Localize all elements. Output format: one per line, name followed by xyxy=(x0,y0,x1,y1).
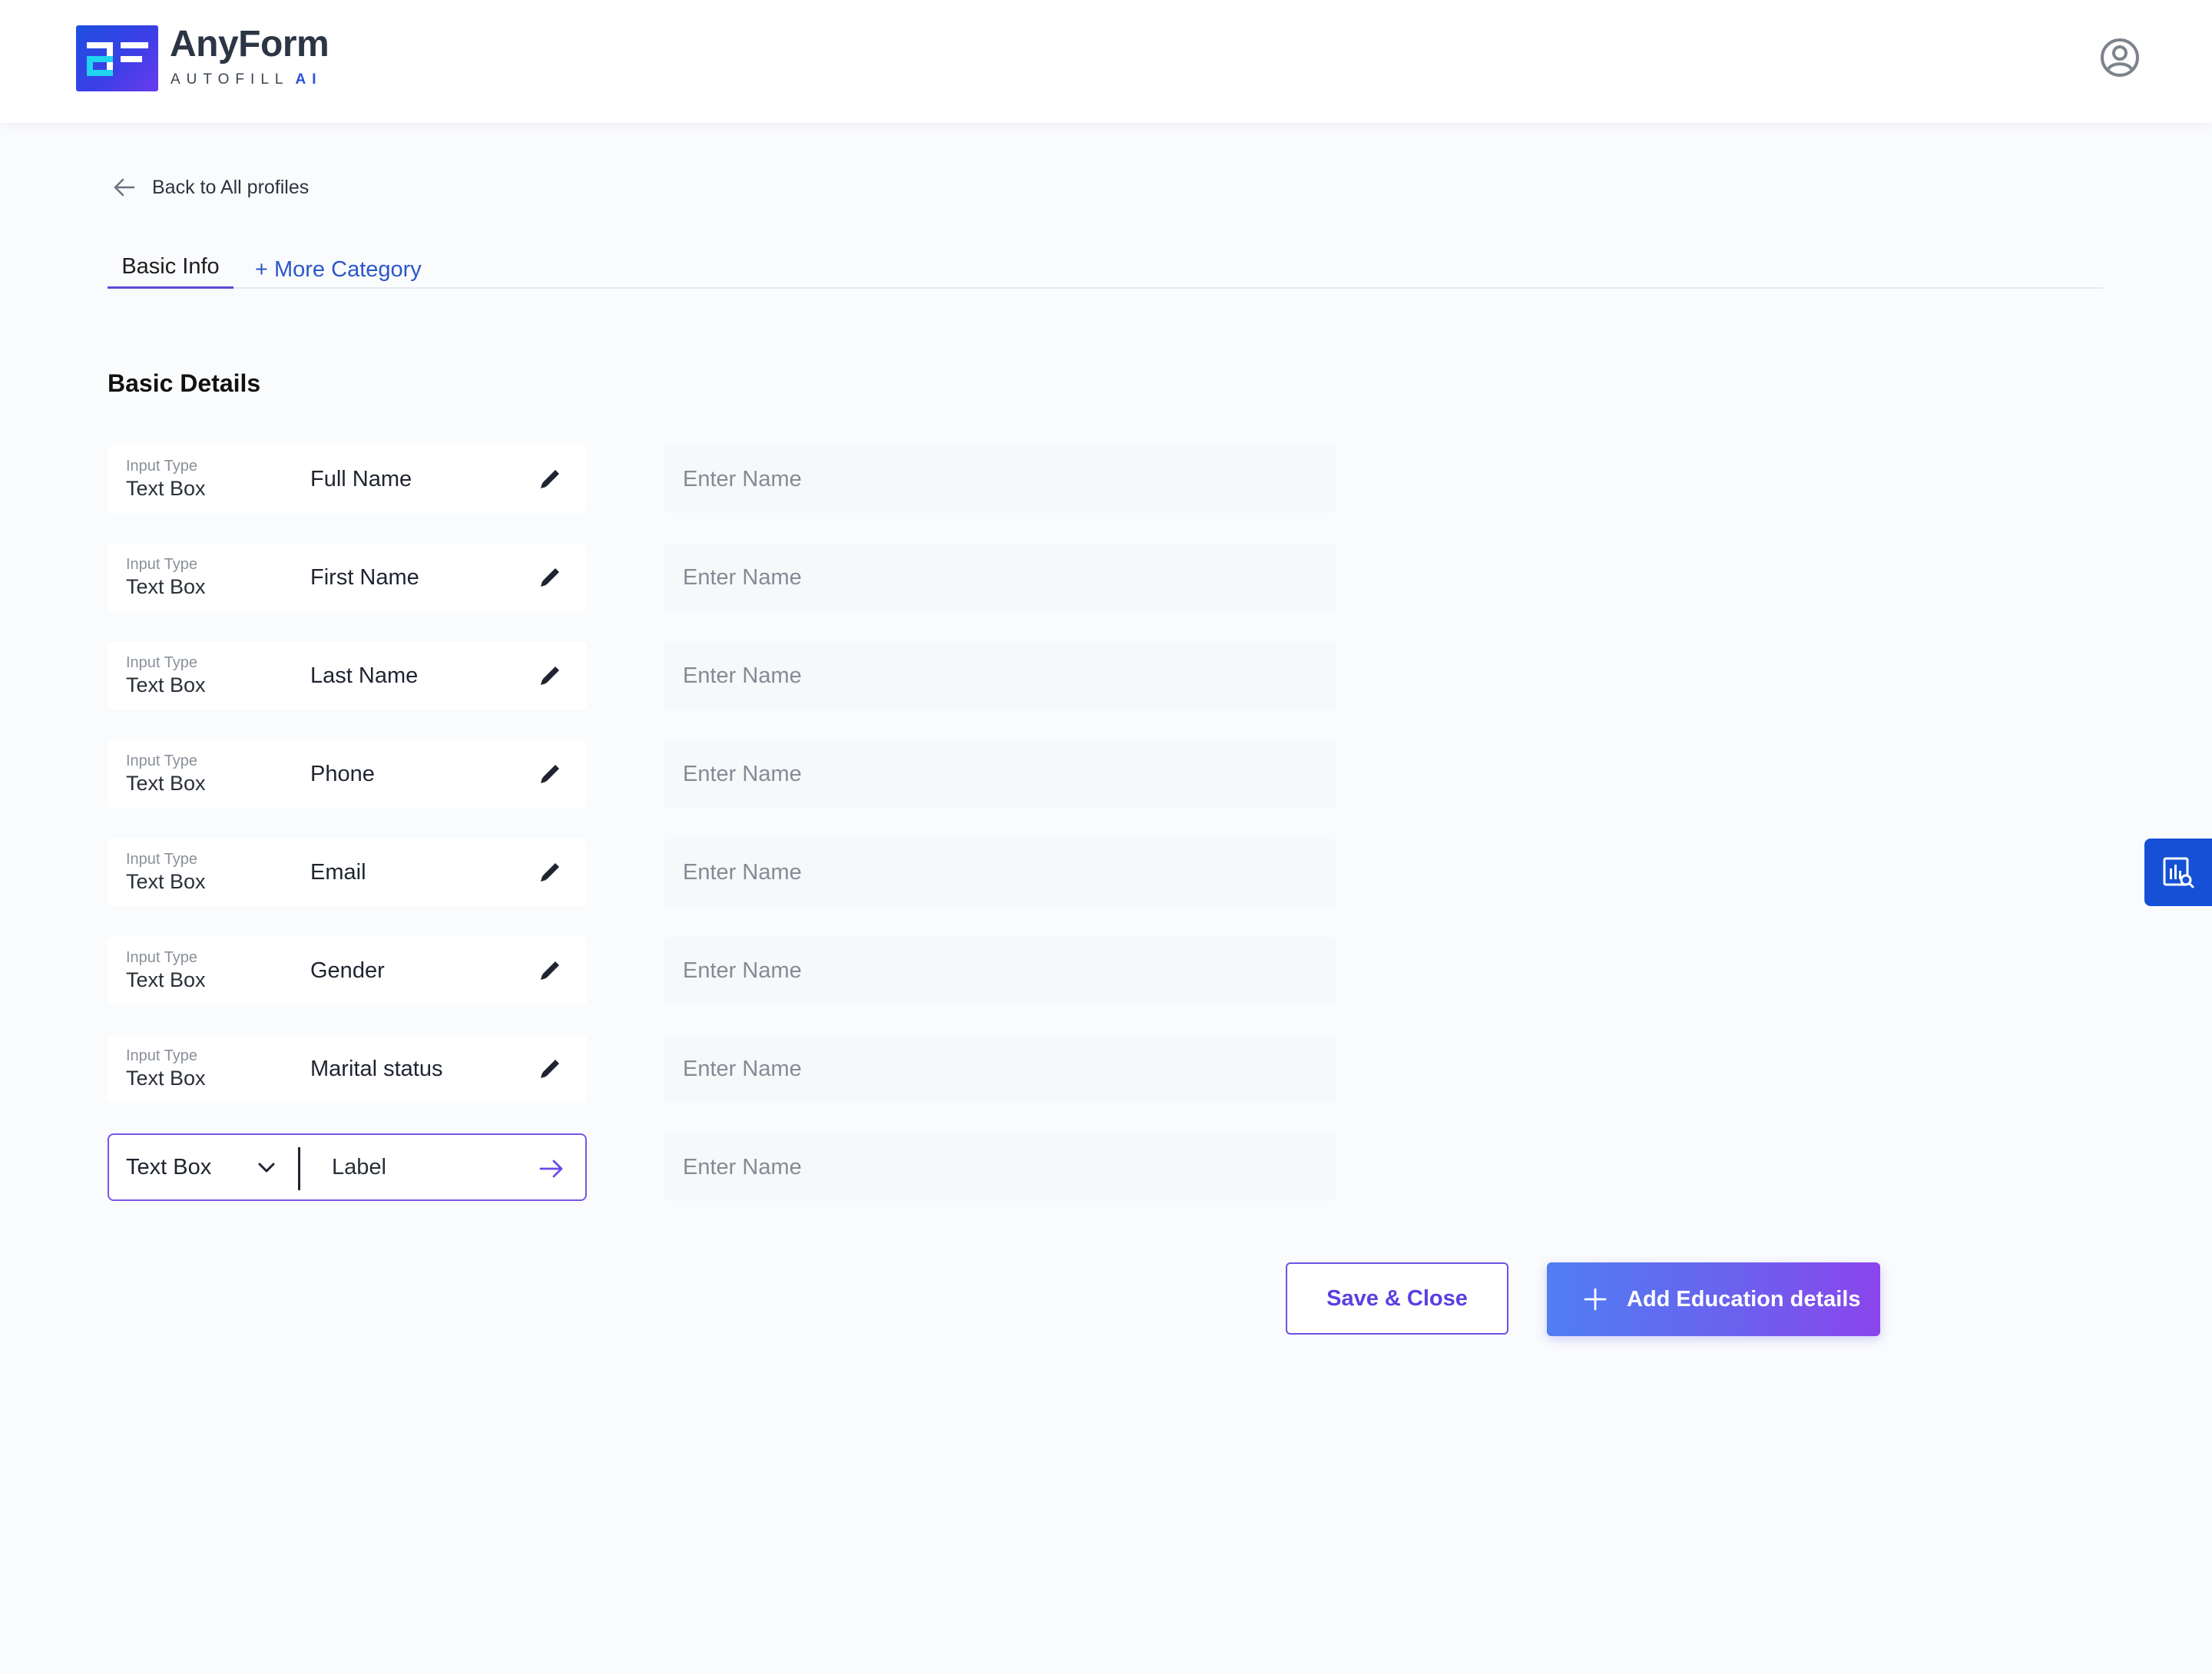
brand-tagline-text: AUTOFILL xyxy=(171,71,290,88)
input-type-value: Text Box xyxy=(126,968,206,991)
save-close-button[interactable]: Save & Close xyxy=(1286,1262,1508,1335)
input-type-value: Text Box xyxy=(126,1067,206,1090)
input-type-caption: Input Type xyxy=(126,654,198,671)
field-label: Last Name xyxy=(310,663,419,688)
field-card-full-name: Input Type Text Box Full Name xyxy=(108,445,587,513)
input-type-value: Text Box xyxy=(126,772,206,795)
pencil-icon[interactable] xyxy=(535,464,565,495)
input-type-value: Text Box xyxy=(126,477,206,500)
input-type-caption: Input Type xyxy=(126,753,198,769)
new-field-editor: Text Box xyxy=(108,1133,587,1201)
field-label: Email xyxy=(310,860,366,885)
field-card-first-name: Input Type Text Box First Name xyxy=(108,544,587,611)
input-type-caption: Input Type xyxy=(126,1047,198,1064)
field-label: Full Name xyxy=(310,467,412,491)
gender-input[interactable] xyxy=(664,937,1336,1004)
pencil-icon[interactable] xyxy=(535,660,565,691)
field-label: First Name xyxy=(310,565,419,590)
chevron-down-icon[interactable] xyxy=(255,1156,278,1179)
tab-more-category[interactable]: + More Category xyxy=(255,256,422,283)
new-field-value-input[interactable] xyxy=(664,1133,1336,1201)
section-title: Basic Details xyxy=(108,369,261,397)
field-divider xyxy=(298,1147,300,1190)
pencil-icon[interactable] xyxy=(535,955,565,986)
field-card-phone: Input Type Text Box Phone xyxy=(108,740,587,808)
pencil-icon[interactable] xyxy=(535,857,565,888)
pencil-icon[interactable] xyxy=(535,562,565,593)
plus-icon xyxy=(1584,1288,1607,1311)
phone-input[interactable] xyxy=(664,740,1336,808)
full-name-input[interactable] xyxy=(664,445,1336,513)
email-input[interactable] xyxy=(664,839,1336,906)
input-type-value: Text Box xyxy=(126,870,206,893)
input-type-value: Text Box xyxy=(126,575,206,598)
input-type-caption: Input Type xyxy=(126,556,198,573)
new-field-label-input[interactable] xyxy=(332,1150,516,1184)
marital-status-input[interactable] xyxy=(664,1035,1336,1103)
field-card-email: Input Type Text Box Email xyxy=(108,839,587,906)
brand-name: AnyForm xyxy=(170,24,329,65)
report-search-icon xyxy=(2163,857,2194,888)
anyform-logo-icon xyxy=(76,25,158,91)
top-header: AnyForm AUTOFILL AI xyxy=(0,0,2212,123)
brand-tagline: AUTOFILL AI xyxy=(171,71,322,88)
category-tabs: Basic Info + More Category xyxy=(108,253,2103,289)
pencil-icon[interactable] xyxy=(535,759,565,789)
field-card-marital-status: Input Type Text Box Marital status xyxy=(108,1035,587,1103)
user-circle-icon[interactable] xyxy=(2099,37,2141,78)
input-type-caption: Input Type xyxy=(126,949,198,966)
tab-basic-info[interactable]: Basic Info xyxy=(108,253,233,289)
field-card-last-name: Input Type Text Box Last Name xyxy=(108,642,587,710)
add-education-button[interactable]: Add Education details xyxy=(1547,1262,1880,1336)
side-report-widget[interactable] xyxy=(2144,839,2212,906)
back-to-profiles-link[interactable]: Back to All profiles xyxy=(111,172,309,203)
field-label: Gender xyxy=(310,958,385,983)
input-type-caption: Input Type xyxy=(126,458,198,475)
input-type-caption: Input Type xyxy=(126,851,198,868)
field-label: Marital status xyxy=(310,1057,443,1081)
arrow-right-icon[interactable] xyxy=(536,1153,567,1184)
back-link-label: Back to All profiles xyxy=(152,176,310,198)
pencil-icon[interactable] xyxy=(535,1054,565,1084)
last-name-input[interactable] xyxy=(664,642,1336,710)
first-name-input[interactable] xyxy=(664,544,1336,611)
brand-tagline-ai: AI xyxy=(295,71,323,88)
input-type-value: Text Box xyxy=(126,673,206,696)
add-education-label: Add Education details xyxy=(1627,1286,1861,1312)
field-card-gender: Input Type Text Box Gender xyxy=(108,937,587,1004)
arrow-left-icon xyxy=(114,178,135,197)
field-label: Phone xyxy=(310,762,375,786)
input-type-selected: Text Box xyxy=(126,1154,212,1179)
